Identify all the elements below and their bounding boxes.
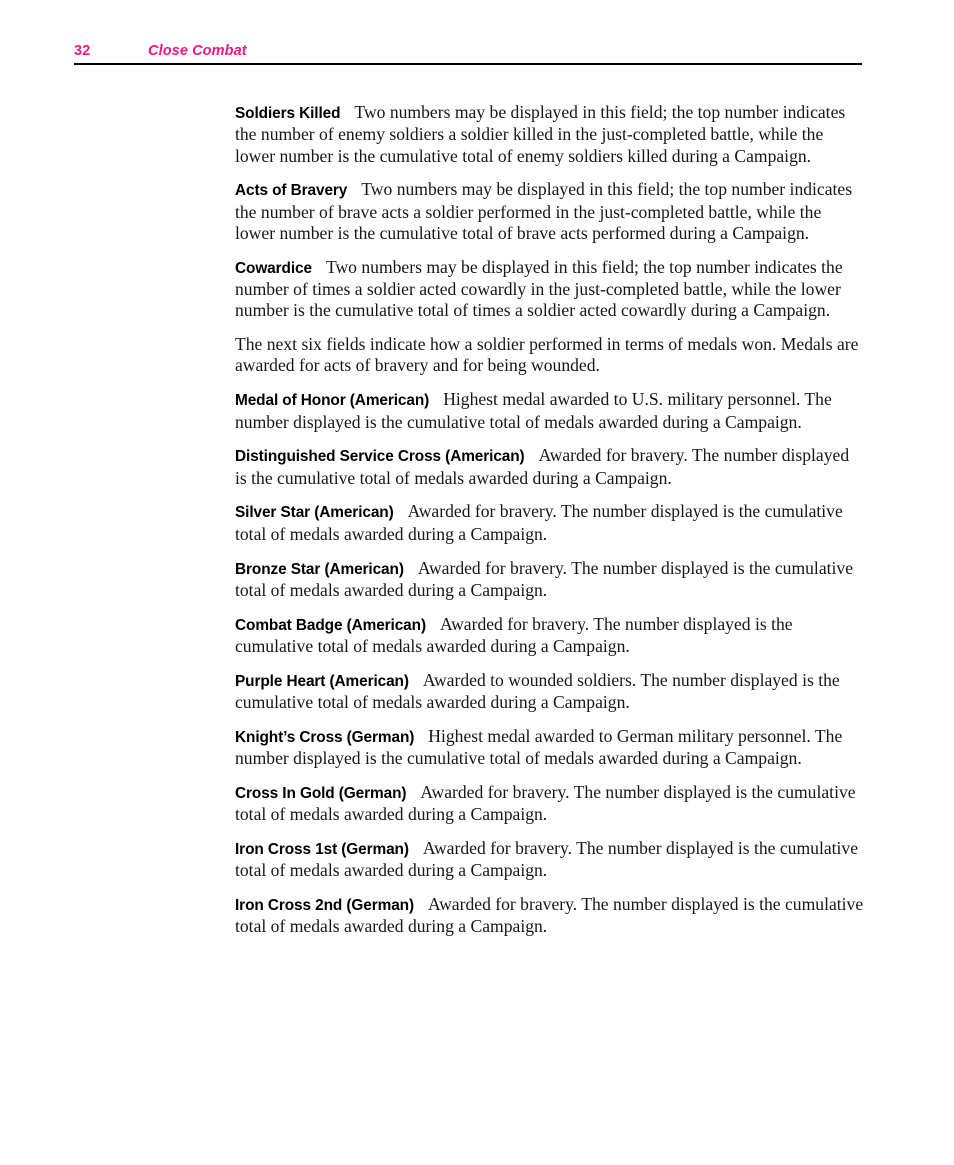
definition-paragraph: Bronze Star (American) Awarded for braver…	[235, 558, 864, 602]
header-divider-rule	[74, 63, 862, 65]
definition-term: Distinguished Service Cross (American)	[235, 448, 525, 466]
definition-paragraph: Iron Cross 2nd (German) Awarded for brave…	[235, 894, 864, 938]
definition-text: The next six fields indicate how a soldi…	[235, 334, 859, 376]
document-page: 32 Close Combat Soldiers Killed Two numbe…	[0, 0, 954, 1165]
definition-term: Soldiers Killed	[235, 105, 341, 122]
definition-paragraph: Distinguished Service Cross (American) Aw…	[235, 445, 864, 489]
definition-term: Medal of Honor (American)	[235, 392, 430, 410]
definition-paragraph: Silver Star (American) Awarded for braver…	[235, 501, 864, 545]
intro-paragraph: The next six fields indicate how a soldi…	[235, 334, 864, 377]
page-number: 32	[74, 43, 91, 59]
definition-paragraph: Purple Heart (American) Awarded to wounde…	[235, 670, 864, 714]
definition-term: Iron Cross 1st (German)	[235, 841, 409, 859]
definition-paragraph: Combat Badge (American) Awarded for brave…	[235, 614, 864, 658]
definition-paragraph: Soldiers Killed Two numbers may be displa…	[235, 102, 864, 167]
definition-term: Combat Badge (American)	[235, 616, 426, 634]
definition-term: Purple Heart (American)	[235, 672, 409, 690]
definition-term: Bronze Star (American)	[235, 560, 404, 578]
definition-paragraph: Iron Cross 1st (German) Awarded for brave…	[235, 838, 864, 882]
definition-text: Two numbers may be displayed in this fie…	[235, 256, 843, 321]
body-content: Soldiers Killed Two numbers may be displa…	[235, 102, 864, 938]
header-book-title: Close Combat	[148, 43, 247, 59]
definition-paragraph: Medal of Honor (American) Highest medal a…	[235, 389, 864, 433]
definition-term: Acts of Bravery	[235, 182, 348, 200]
definition-term: Iron Cross 2nd (German)	[235, 897, 414, 915]
definition-paragraph: Cross In Gold (German) Awarded for braver…	[235, 782, 864, 826]
definition-term: Silver Star (American)	[235, 504, 394, 522]
definition-paragraph: Cowardice Two numbers may be displayed in…	[235, 257, 864, 322]
definition-term: Cross In Gold (German)	[235, 784, 407, 802]
definition-paragraph: Acts of Bravery Two numbers may be displa…	[235, 179, 864, 244]
definition-term: Knight’s Cross (German)	[235, 728, 415, 746]
definition-paragraph: Knight’s Cross (German) Highest medal awa…	[235, 726, 864, 770]
definition-term: Cowardice	[235, 259, 312, 277]
